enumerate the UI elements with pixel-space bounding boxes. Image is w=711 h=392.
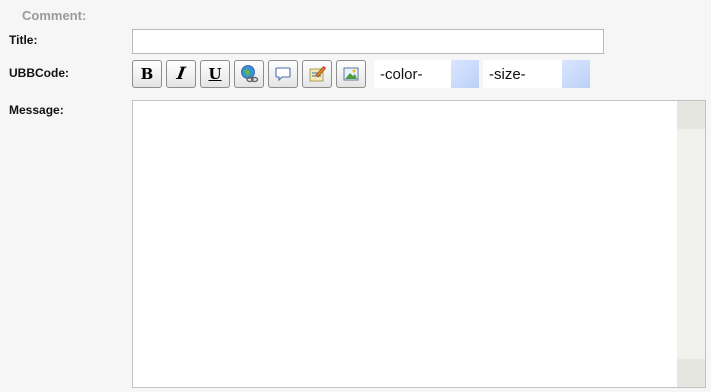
- size-dropdown-arrow-icon[interactable]: [562, 60, 590, 88]
- underline-icon: U: [208, 65, 222, 83]
- message-label: Message:: [9, 103, 64, 117]
- title-label: Title:: [9, 33, 38, 47]
- comment-heading: Comment:: [22, 8, 87, 23]
- message-textarea[interactable]: [132, 100, 706, 388]
- quote-button[interactable]: [268, 60, 298, 88]
- italic-icon: I: [175, 64, 187, 84]
- size-select-value: -size-: [489, 65, 526, 83]
- scroll-down-button[interactable]: [677, 359, 705, 387]
- speech-bubble-icon: [275, 67, 291, 82]
- color-select[interactable]: -color-: [374, 60, 479, 88]
- link-button[interactable]: [234, 60, 264, 88]
- image-button[interactable]: [336, 60, 366, 88]
- edit-pencil-icon: [309, 66, 326, 82]
- ubbcode-toolbar: B I U -color- -size-: [132, 60, 590, 88]
- color-select-value: -color-: [380, 65, 423, 83]
- message-scrollbar[interactable]: [677, 101, 705, 387]
- bold-button[interactable]: B: [132, 60, 162, 88]
- title-input[interactable]: [132, 29, 604, 54]
- underline-button[interactable]: U: [200, 60, 230, 88]
- globe-link-icon: [241, 65, 259, 83]
- image-icon: [343, 67, 359, 81]
- edit-button[interactable]: [302, 60, 332, 88]
- bold-icon: B: [140, 65, 154, 83]
- ubbcode-label: UBBCode:: [9, 66, 69, 80]
- scroll-up-button[interactable]: [677, 101, 705, 129]
- italic-button[interactable]: I: [166, 60, 196, 88]
- size-select[interactable]: -size-: [483, 60, 590, 88]
- color-dropdown-arrow-icon[interactable]: [451, 60, 479, 88]
